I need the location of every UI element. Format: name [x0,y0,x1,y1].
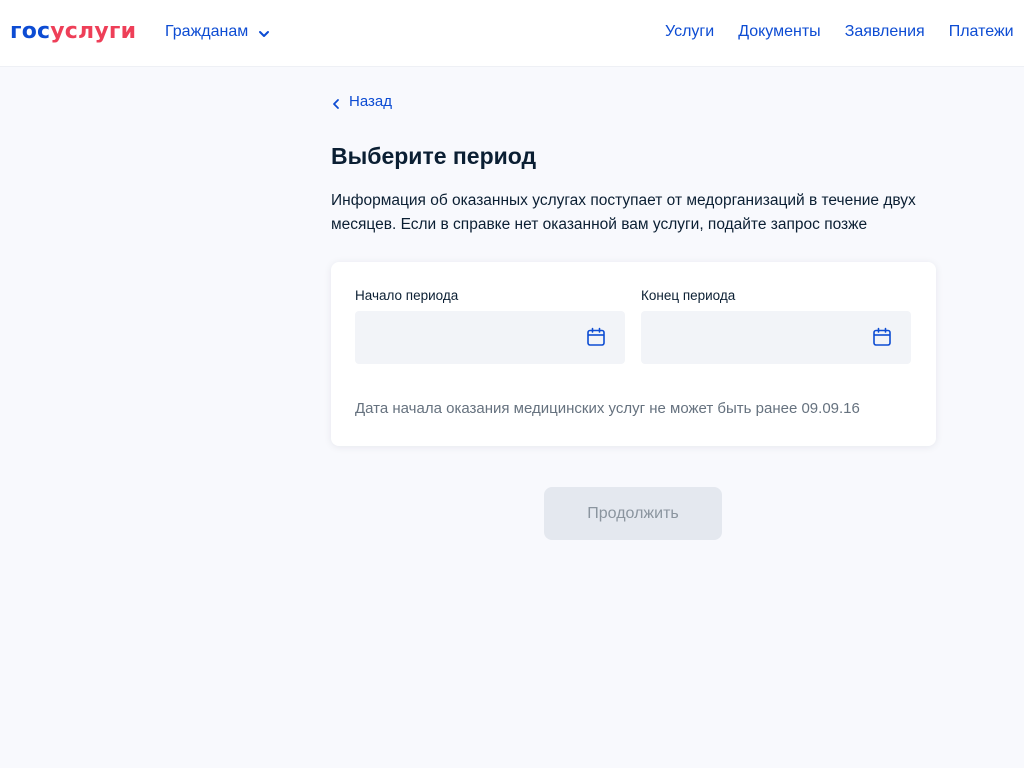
start-date-label: Начало периода [355,288,459,303]
nav-payments[interactable]: Платежи [949,22,1014,42]
top-header: госуслуги Гражданам Услуги Документы Зая… [0,0,1024,67]
calendar-icon[interactable] [586,327,606,347]
logo-part-gos: гос [10,19,51,44]
period-card: Начало периода Конец периода Дата начала… [331,262,936,446]
back-link[interactable]: Назад [331,92,392,112]
chevron-left-icon [331,96,341,109]
audience-menu[interactable]: Гражданам [165,22,270,42]
calendar-icon[interactable] [872,327,892,347]
intro-text: Информация об оказанных услугах поступае… [331,192,916,233]
nav-documents[interactable]: Документы [738,22,820,42]
gosuslugi-logo[interactable]: госуслуги [10,17,136,47]
audience-menu-label: Гражданам [165,23,249,40]
end-date-label: Конец периода [641,288,736,303]
logo-part-uslugi: услуги [50,19,137,44]
continue-button[interactable]: Продолжить [544,487,722,540]
top-nav: Услуги Документы Заявления Платежи [665,22,1024,42]
start-date-field: Начало периода [355,288,625,364]
nav-applications[interactable]: Заявления [845,22,925,42]
back-link-label: Назад [349,93,392,110]
nav-services[interactable]: Услуги [665,22,714,42]
chevron-down-icon [258,26,270,38]
date-hint: Дата начала оказания медицинских услуг н… [355,400,860,417]
page-title: Выберите период [331,143,537,169]
main-content: Назад Выберите период Информация об оказ… [331,92,937,233]
end-date-field: Конец периода [641,288,911,364]
start-date-input[interactable] [355,311,625,364]
end-date-input[interactable] [641,311,911,364]
